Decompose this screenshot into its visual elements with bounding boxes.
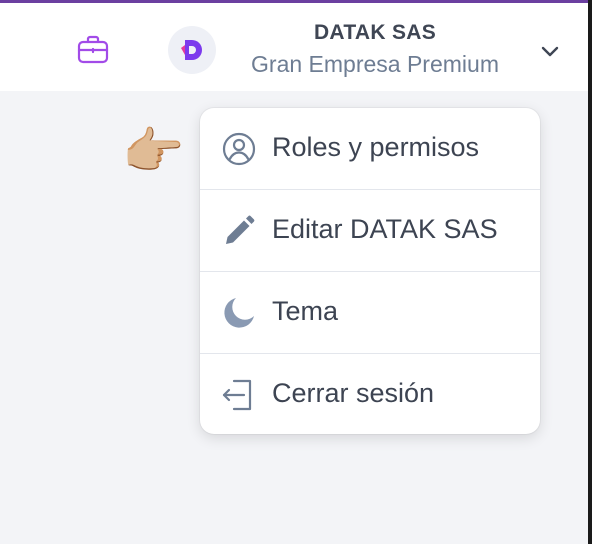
menu-item-label: Cerrar sesión: [272, 378, 435, 408]
menu-item-label: Editar DATAK SAS: [272, 214, 498, 244]
org-plan[interactable]: Gran Empresa Premium: [230, 51, 520, 78]
menu-item-label: Tema: [272, 296, 339, 326]
org-logo[interactable]: [168, 26, 216, 74]
logout-icon: [220, 376, 258, 414]
pointing-hand-icon: 👉🏼: [122, 123, 185, 179]
briefcase-icon[interactable]: [75, 32, 111, 68]
org-name[interactable]: DATAK SAS: [230, 21, 520, 45]
chevron-down-icon[interactable]: [537, 39, 563, 65]
menu-item-label: Roles y permisos: [272, 132, 480, 162]
user-circle-icon: [220, 130, 258, 168]
pencil-icon: [220, 212, 258, 250]
window-edge: [588, 0, 592, 544]
org-logo-mark: [181, 40, 202, 60]
menu-item-cerrar-sesion[interactable]: Cerrar sesión: [200, 354, 540, 434]
account-dropdown-menu: Roles y permisos Editar DATAK SAS Tema C…: [200, 108, 540, 434]
moon-icon: [220, 294, 258, 332]
menu-item-roles-permisos[interactable]: Roles y permisos: [200, 108, 540, 190]
menu-item-editar-empresa[interactable]: Editar DATAK SAS: [200, 190, 540, 272]
top-header: DATAK SAS Gran Empresa Premium: [0, 3, 588, 91]
menu-item-tema[interactable]: Tema: [200, 272, 540, 354]
